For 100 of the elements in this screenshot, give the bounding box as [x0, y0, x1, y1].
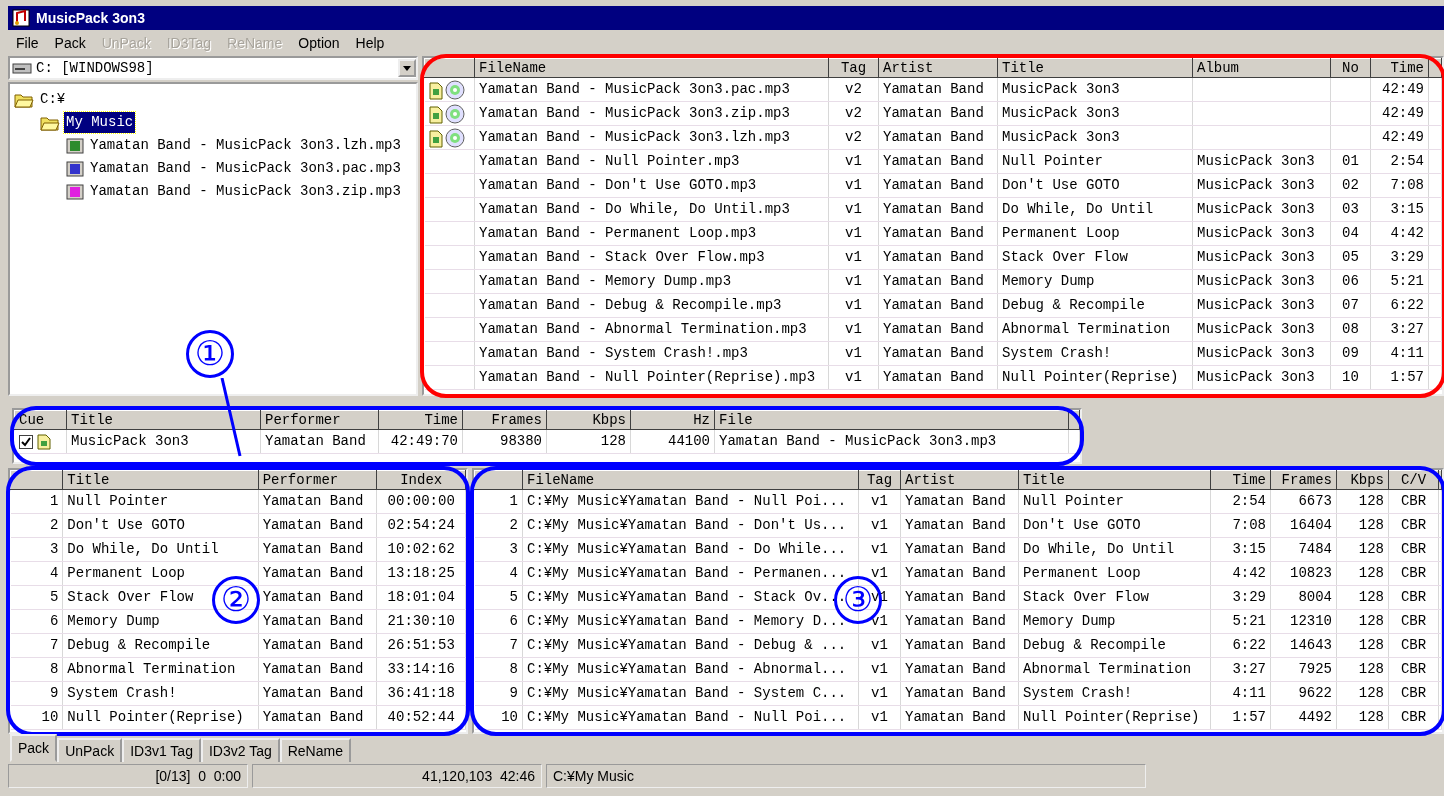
- table-cell: MusicPack 3on3: [1192, 293, 1331, 318]
- file-icon: [66, 160, 84, 177]
- blank-column-header[interactable]: [474, 470, 523, 490]
- table-cell: Yamatan Band: [258, 657, 377, 682]
- column-header[interactable]: Performer: [258, 470, 377, 490]
- folder-icon: [40, 114, 60, 131]
- tree-item[interactable]: My Music: [64, 112, 136, 133]
- column-header[interactable]: FileName: [474, 58, 829, 78]
- menu-item[interactable]: Help: [347, 32, 393, 54]
- column-header[interactable]: Cue: [14, 410, 67, 430]
- blank-column-header[interactable]: [424, 58, 475, 78]
- column-header[interactable]: Artist: [900, 470, 1019, 490]
- table-cell: MusicPack 3on3: [1192, 173, 1331, 198]
- tab[interactable]: ID3v1 Tag: [122, 738, 201, 762]
- table-cell: Yamatan Band: [900, 657, 1019, 682]
- column-header[interactable]: Tag: [828, 58, 879, 78]
- blank-column-header[interactable]: [1068, 410, 1080, 430]
- blank-column-header[interactable]: [1438, 470, 1442, 490]
- table-cell: MusicPack 3on3: [1192, 269, 1331, 294]
- table-cell: C:¥My Music¥Yamatan Band - System C...: [522, 681, 859, 706]
- column-header[interactable]: Kbps: [546, 410, 631, 430]
- folder-icon: [14, 91, 34, 108]
- column-header[interactable]: No: [1330, 58, 1371, 78]
- table-cell: Yamatan Band: [900, 585, 1019, 610]
- table-cell: Yamatan Band: [900, 513, 1019, 538]
- table-cell: Memory Dump: [1018, 609, 1211, 634]
- table-cell: Yamatan Band - Do While, Do Until.mp3: [474, 197, 829, 222]
- table-cell: Yamatan Band - Permanent Loop.mp3: [474, 221, 829, 246]
- table-cell: Yamatan Band: [260, 429, 379, 454]
- table-cell: System Crash!: [1018, 681, 1211, 706]
- table-cell: Yamatan Band: [258, 561, 377, 586]
- table-cell: Yamatan Band - Debug & Recompile.mp3: [474, 293, 829, 318]
- column-header[interactable]: Hz: [630, 410, 715, 430]
- tab[interactable]: UnPack: [57, 738, 123, 762]
- file-icon: [66, 137, 84, 154]
- callout-number: ①: [186, 330, 234, 378]
- dropdown-button[interactable]: [398, 59, 416, 77]
- table-cell: 9: [10, 681, 63, 706]
- table-cell: C:¥My Music¥Yamatan Band - Permanen...: [522, 561, 859, 586]
- table-cell: Abnormal Termination: [1018, 657, 1211, 682]
- tab[interactable]: Pack: [10, 734, 58, 762]
- column-header[interactable]: Album: [1192, 58, 1331, 78]
- table-cell: Yamatan Band: [878, 221, 998, 246]
- table-cell: Debug & Recompile: [997, 293, 1193, 318]
- table-cell: MusicPack 3on3: [1192, 149, 1331, 174]
- table-cell: Yamatan Band - MusicPack 3on3.mp3: [714, 429, 1069, 454]
- column-header[interactable]: Time: [378, 410, 463, 430]
- table-cell: Yamatan Band: [878, 125, 998, 150]
- table-cell: Yamatan Band: [878, 365, 998, 390]
- table-cell: 3: [474, 537, 523, 562]
- column-header[interactable]: Time: [1210, 470, 1271, 490]
- column-header[interactable]: Kbps: [1336, 470, 1389, 490]
- table-cell: MusicPack 3on3: [1192, 341, 1331, 366]
- table-cell: 5: [10, 585, 63, 610]
- table-cell: Yamatan Band: [900, 489, 1019, 514]
- table-cell: MusicPack 3on3: [997, 101, 1193, 126]
- table-cell: 1: [474, 489, 523, 514]
- tree-item[interactable]: Yamatan Band - MusicPack 3on3.pac.mp3: [88, 158, 403, 179]
- menu-item[interactable]: Pack: [46, 32, 94, 54]
- table-cell: System Crash!: [997, 341, 1193, 366]
- caret-icon: [403, 65, 411, 71]
- column-header[interactable]: Frames: [1270, 470, 1337, 490]
- drive-dropdown[interactable]: C: [WINDOWS98]: [8, 56, 418, 80]
- table-cell: MusicPack 3on3: [1192, 365, 1331, 390]
- blank-column-header[interactable]: [10, 470, 63, 490]
- table-cell: 6: [10, 609, 63, 634]
- table-cell: Null Pointer(Reprise): [1018, 705, 1211, 730]
- table-cell: C:¥My Music¥Yamatan Band - Debug & ...: [522, 633, 859, 658]
- column-header[interactable]: Frames: [462, 410, 547, 430]
- tab[interactable]: ID3v2 Tag: [200, 738, 280, 762]
- column-header[interactable]: File: [714, 410, 1069, 430]
- column-header[interactable]: Title: [1018, 470, 1211, 490]
- column-header[interactable]: Title: [997, 58, 1193, 78]
- column-header[interactable]: FileName: [522, 470, 859, 490]
- table-cell: 7: [10, 633, 63, 658]
- table-cell: Yamatan Band: [878, 101, 998, 126]
- checkbox[interactable]: [18, 434, 33, 449]
- status-panel: [0/13] 0 0:00: [8, 764, 248, 788]
- column-header[interactable]: Performer: [260, 410, 379, 430]
- column-header[interactable]: C/V: [1388, 470, 1439, 490]
- table-cell: Yamatan Band: [900, 705, 1019, 730]
- menu-item[interactable]: Option: [290, 32, 348, 54]
- tree-item[interactable]: Yamatan Band - MusicPack 3on3.lzh.mp3: [88, 135, 403, 156]
- column-header[interactable]: Title: [66, 410, 261, 430]
- tree-item[interactable]: Yamatan Band - MusicPack 3on3.zip.mp3: [88, 181, 403, 202]
- column-header[interactable]: Title: [62, 470, 259, 490]
- column-header[interactable]: Tag: [858, 470, 901, 490]
- table-cell: Debug & Recompile: [62, 633, 259, 658]
- table-cell: Yamatan Band: [878, 293, 998, 318]
- column-header[interactable]: Index: [376, 470, 466, 490]
- status-panel: C:¥My Music: [546, 764, 1146, 788]
- column-header[interactable]: Artist: [878, 58, 998, 78]
- table-cell: Debug & Recompile: [1018, 633, 1211, 658]
- menu-item[interactable]: File: [8, 32, 47, 54]
- tree-item[interactable]: C:¥: [38, 89, 68, 110]
- table-cell: C:¥My Music¥Yamatan Band - Don't Us...: [522, 513, 859, 538]
- column-header[interactable]: Time: [1370, 58, 1429, 78]
- table-cell: Yamatan Band: [878, 341, 998, 366]
- tab[interactable]: ReName: [279, 738, 351, 762]
- table-cell: 8: [474, 657, 523, 682]
